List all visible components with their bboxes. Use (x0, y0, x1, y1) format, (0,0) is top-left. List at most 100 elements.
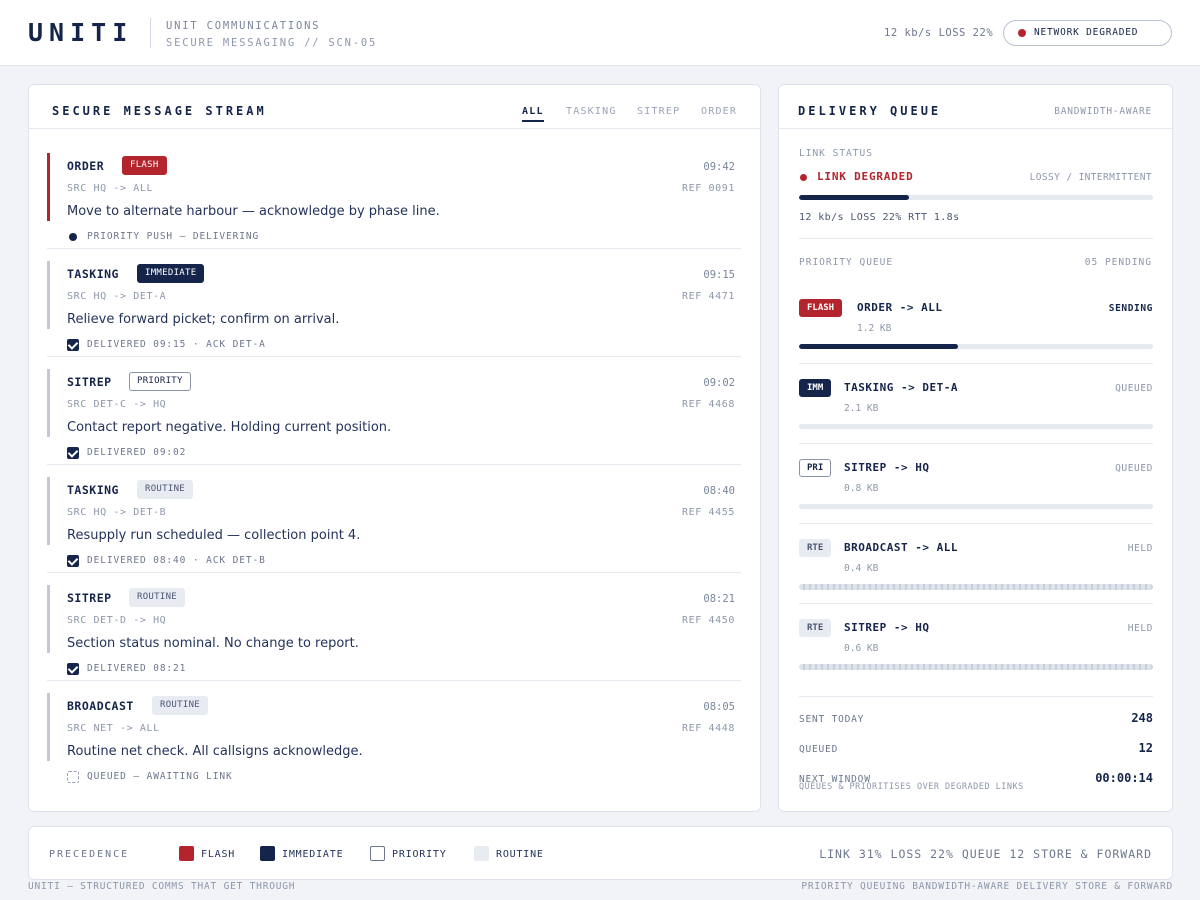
message-route: SRC DET-C -> HQ (67, 399, 167, 410)
tab-order[interactable]: ORDER (701, 106, 737, 117)
checkbox-checked-icon (67, 447, 79, 459)
queue-precedence-tag: IMM (799, 379, 832, 397)
precedence-tag: ROUTINE (129, 588, 186, 607)
network-status-badge[interactable]: NETWORK DEGRADED (1003, 20, 1172, 46)
legend-swatch-priority (370, 846, 385, 861)
queue-precedence-tag: RTE (799, 539, 832, 557)
message-row[interactable]: ORDER FLASH 09:42 SRC HQ -> ALL REF 0091 Move… (47, 149, 741, 249)
queue-item[interactable]: RTE BROADCAST -> ALL 0.4 KB HELD (799, 532, 1153, 612)
message-ref: REF 0091 (682, 183, 735, 194)
footer-features: PRIORITY QUEUING BANDWIDTH-AWARE DELIVER… (801, 881, 1173, 892)
message-body: Relieve forward picket; confirm on arriv… (67, 312, 340, 327)
delivering-dot-icon (67, 231, 79, 243)
message-route: SRC NET -> ALL (67, 723, 160, 734)
tab-all[interactable]: ALL (522, 106, 544, 122)
message-time: 09:42 (703, 161, 735, 173)
message-body: Move to alternate harbour — acknowledge … (67, 204, 440, 219)
queue-precedence-tag: RTE (799, 619, 832, 637)
queue-item-size: 2.1 KB (844, 403, 879, 414)
precedence-legend: PRECEDENCE FLASH IMMEDIATE PRIORITY ROUTINE… (28, 826, 1173, 880)
queue-item[interactable]: IMM TASKING -> DET-A 2.1 KB QUEUED (799, 372, 1153, 452)
stat-label: SENT TODAY (799, 714, 865, 725)
stream-tabs: ALL TASKING SITREP ORDER (522, 106, 736, 128)
message-ref: REF 4455 (682, 507, 735, 518)
header-divider (150, 18, 151, 48)
message-row[interactable]: BROADCAST ROUTINE 08:05 SRC NET -> ALL REF 4… (47, 689, 741, 789)
queue-progress-bar (799, 344, 1153, 349)
message-body: Section status nominal. No change to rep… (67, 636, 359, 651)
precedence-bar (47, 369, 50, 437)
message-route: SRC DET-D -> HQ (67, 615, 167, 626)
link-state: LINK DEGRADED (817, 170, 914, 183)
delivery-status: DELIVERED 09:02 (87, 447, 187, 458)
legend-label: ROUTINE (496, 849, 544, 860)
message-ref: REF 4471 (682, 291, 735, 302)
tab-tasking[interactable]: TASKING (566, 106, 617, 117)
precedence-bar (47, 153, 50, 221)
stat-value: 12 (1138, 741, 1153, 755)
queue-progress-bar (799, 504, 1153, 509)
checkbox-checked-icon (67, 555, 79, 567)
link-description: LOSSY / INTERMITTENT (1029, 172, 1152, 183)
row-divider (47, 572, 741, 573)
message-body: Routine net check. All callsigns acknowl… (67, 744, 363, 759)
queue-progress-bar (799, 424, 1153, 429)
queue-progress-fill (799, 344, 959, 349)
delivery-status: DELIVERED 08:40 · ACK DET-B (87, 555, 266, 566)
message-row[interactable]: TASKING IMMEDIATE 09:15 SRC HQ -> DET-A REF … (47, 257, 741, 357)
checkbox-checked-icon (67, 663, 79, 675)
link-quality-fill (799, 195, 909, 200)
queue-item-name: SITREP -> HQ (844, 621, 930, 634)
message-route: SRC HQ -> DET-A (67, 291, 167, 302)
queue-item-name: BROADCAST -> ALL (844, 541, 958, 554)
message-route: SRC HQ -> DET-B (67, 507, 167, 518)
precedence-bar (47, 585, 50, 653)
queue-item-name: TASKING -> DET-A (844, 381, 958, 394)
queue-item[interactable]: PRI SITREP -> HQ 0.8 KB QUEUED (799, 452, 1153, 532)
message-type: BROADCAST (67, 699, 134, 713)
app-logo: UNITI (28, 18, 134, 47)
queue-divider (799, 603, 1153, 604)
message-ref: REF 4450 (682, 615, 735, 626)
network-id: SECURE MESSAGING // SCN-05 (166, 37, 378, 49)
precedence-tag: ROUTINE (137, 480, 194, 499)
queue-progress-bar (799, 584, 1153, 590)
alert-dot-icon (1018, 29, 1026, 37)
queue-item-state: HELD (1127, 623, 1153, 634)
message-type: SITREP (67, 591, 112, 605)
link-divider (799, 238, 1153, 239)
message-row[interactable]: SITREP PRIORITY 09:02 SRC DET-C -> HQ REF 44… (47, 365, 741, 465)
queue-item-state: QUEUED (1115, 463, 1153, 474)
queue-precedence-tag: FLASH (799, 299, 843, 317)
message-type: ORDER (67, 159, 105, 173)
queue-divider (799, 363, 1153, 364)
queue-note: QUEUES & PRIORITISES OVER DEGRADED LINKS (799, 782, 1024, 792)
precedence-tag: PRIORITY (129, 372, 191, 391)
legend-summary: LINK 31% LOSS 22% QUEUE 12 STORE & FORWA… (819, 847, 1152, 861)
checkbox-checked-icon (67, 339, 79, 351)
queue-progress-bar (799, 664, 1153, 670)
legend-label: IMMEDIATE (282, 849, 344, 860)
queue-item-size: 1.2 KB (857, 323, 892, 334)
precedence-bar (47, 693, 50, 761)
message-type: SITREP (67, 375, 112, 389)
message-time: 08:21 (703, 593, 735, 605)
delivery-status: QUEUED — AWAITING LINK (87, 771, 233, 782)
message-row[interactable]: SITREP ROUTINE 08:21 SRC DET-D -> HQ REF 445… (47, 581, 741, 681)
queue-item-state: QUEUED (1115, 383, 1153, 394)
queue-item[interactable]: RTE SITREP -> HQ 0.6 KB HELD (799, 612, 1153, 692)
message-row[interactable]: TASKING ROUTINE 08:40 SRC HQ -> DET-B REF 44… (47, 473, 741, 573)
app-subtitle: UNIT COMMUNICATIONS (166, 20, 321, 32)
link-stats: 12 kb/s LOSS 22% RTT 1.8s (799, 212, 960, 223)
queue-item-name: SITREP -> HQ (844, 461, 930, 474)
queue-item[interactable]: FLASH ORDER -> ALL 1.2 KB SENDING (799, 292, 1153, 372)
delivery-queue-panel: DELIVERY QUEUE BANDWIDTH-AWARE LINK STAT… (778, 84, 1173, 812)
pending-box-icon (67, 771, 79, 783)
row-divider (47, 248, 741, 249)
message-ref: REF 4468 (682, 399, 735, 410)
tab-sitrep[interactable]: SITREP (637, 106, 680, 117)
queue-item-size: 0.4 KB (844, 563, 879, 574)
queue-divider (799, 443, 1153, 444)
stat-value: 248 (1131, 711, 1153, 725)
stream-title: SECURE MESSAGE STREAM (52, 104, 267, 118)
